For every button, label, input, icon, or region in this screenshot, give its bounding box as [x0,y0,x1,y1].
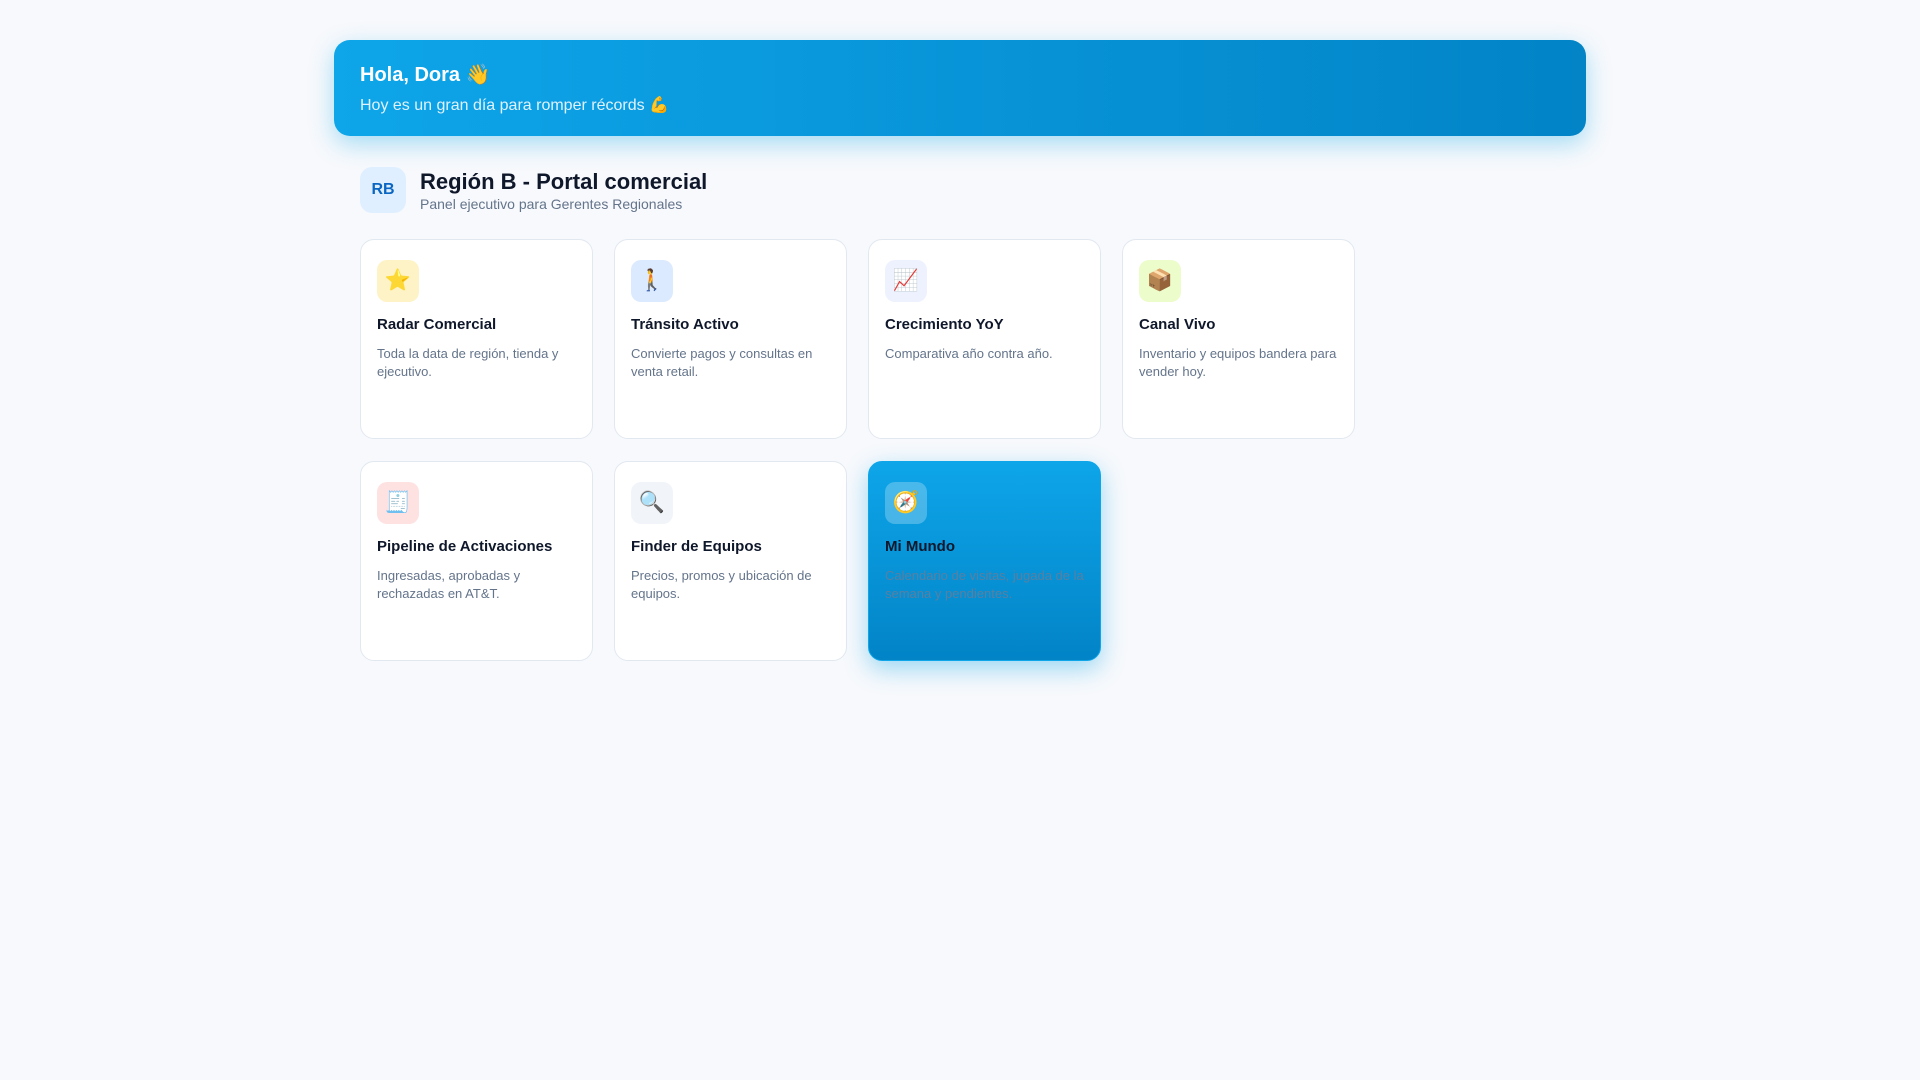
card-finder-equipos[interactable]: 🔍 Finder de Equipos Precios, promos y ub… [614,461,847,661]
card-description: Inventario y equipos bandera para vender… [1139,346,1337,379]
greeting: Hola, Dora 👋 [360,64,491,86]
chart-up-icon: 📈 [885,260,927,302]
card-pipeline-activaciones[interactable]: 🧾 Pipeline de Activaciones Ingresadas, a… [360,461,593,661]
card-title: Finder de Equipos [631,538,762,555]
card-title: Mi Mundo [885,538,955,555]
card-title: Tránsito Activo [631,316,739,333]
portal-header: RB Región B - Portal comercial Panel eje… [360,167,707,213]
card-title: Radar Comercial [377,316,497,333]
star-icon: ⭐ [377,260,419,302]
card-mi-mundo[interactable]: 🧭 Mi Mundo Calendario de visitas, jugada… [868,461,1101,661]
walking-person-icon: 🚶 [631,260,673,302]
package-icon: 📦 [1139,260,1181,302]
search-icon: 🔍 [631,482,673,524]
card-title: Canal Vivo [1139,316,1216,333]
welcome-banner: Hola, Dora 👋 Hoy es un gran día para rom… [334,40,1586,136]
card-description: Comparativa año contra año. [885,346,1053,361]
card-description: Convierte pagos y consultas en venta ret… [631,346,813,379]
greeting-subtitle: Hoy es un gran día para romper récords 💪 [360,97,669,114]
card-transito-activo[interactable]: 🚶 Tránsito Activo Convierte pagos y cons… [614,239,847,439]
card-radar-comercial[interactable]: ⭐ Radar Comercial Toda la data de región… [360,239,593,439]
card-description: Ingresadas, aprobadas y rechazadas en AT… [377,568,521,601]
card-title: Pipeline de Activaciones [377,538,553,555]
page-subtitle: Panel ejecutivo para Gerentes Regionales [420,195,683,212]
card-description: Toda la data de región, tienda y ejecuti… [377,346,559,379]
card-title: Crecimiento YoY [885,316,1004,333]
card-canal-vivo[interactable]: 📦 Canal Vivo Inventario y equipos bander… [1122,239,1355,439]
page-title: Región B - Portal comercial [420,168,708,194]
card-crecimiento-yoy[interactable]: 📈 Crecimiento YoY Comparativa año contra… [868,239,1101,439]
compass-icon: 🧭 [885,482,927,524]
region-badge: RB [360,167,406,213]
card-description: Calendario de visitas, jugada de la sema… [885,568,1084,601]
card-description: Precios, promos y ubicación de equipos. [631,568,812,601]
modules-grid: ⭐ Radar Comercial Toda la data de región… [360,239,1355,661]
receipt-icon: 🧾 [377,482,419,524]
